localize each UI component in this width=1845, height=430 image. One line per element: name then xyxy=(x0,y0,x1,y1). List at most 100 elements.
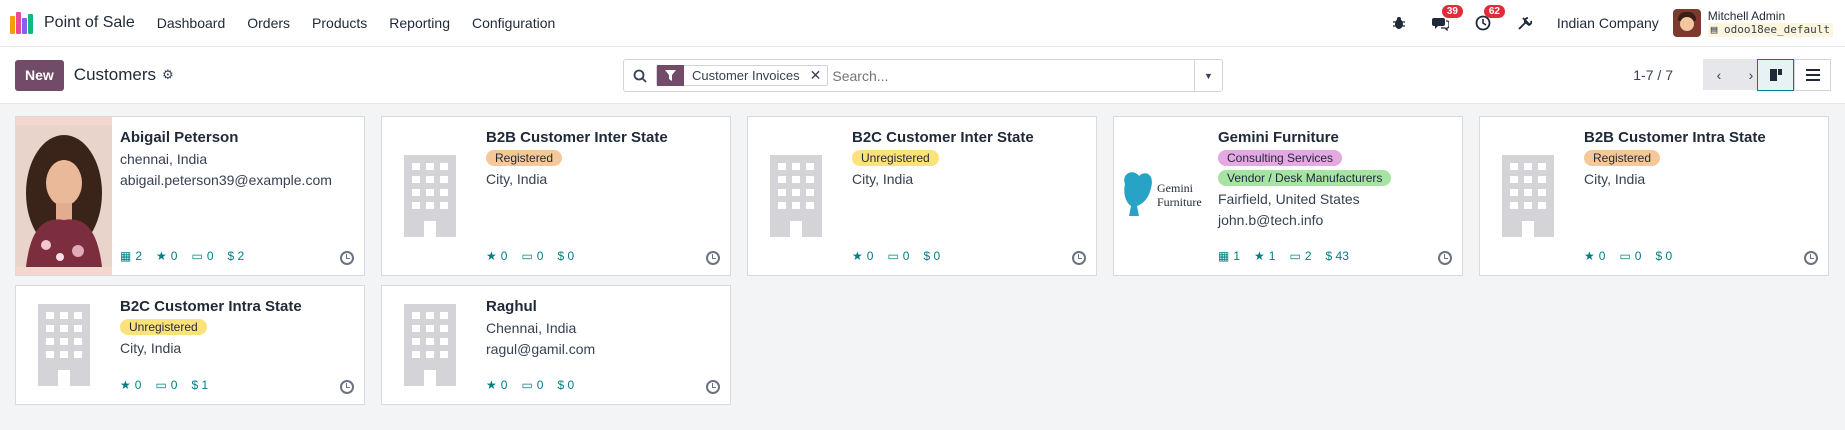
user-menu[interactable]: Mitchell Admin ▤ odoo18ee_default xyxy=(1672,9,1833,37)
gemini-furniture-logo: Gemini Furniture xyxy=(1114,117,1210,275)
card-stats: ★ 0 ▭ 0 $ 0 xyxy=(852,249,940,263)
customer-card[interactable]: B2B Customer Intra State Registered City… xyxy=(1479,116,1829,276)
customer-location: Chennai, India xyxy=(486,320,577,336)
customer-location: City, India xyxy=(852,171,914,187)
opportunities-stat[interactable]: ★ 0 xyxy=(852,249,873,263)
opportunities-stat[interactable]: ★ 1 xyxy=(1254,249,1275,263)
top-navbar: Point of Sale Dashboard Orders Products … xyxy=(0,0,1845,47)
sales-stat[interactable]: $ 0 xyxy=(557,378,574,392)
chat-icon[interactable]: 39 xyxy=(1431,5,1463,33)
invoices-stat[interactable]: ▭ 0 xyxy=(521,378,543,392)
database-name: ▤ odoo18ee_default xyxy=(1707,23,1833,37)
pager-value[interactable]: 1-7 / 7 xyxy=(1633,67,1673,83)
tools-icon[interactable] xyxy=(1515,13,1535,33)
user-name: Mitchell Admin xyxy=(1707,9,1786,23)
customer-email: john.b@tech.info xyxy=(1218,212,1324,228)
gear-icon[interactable]: ⚙ xyxy=(162,67,174,83)
activity-clock-icon[interactable] xyxy=(706,251,720,265)
control-panel: New Customers ⚙ Customer Invoices ✕ ▼ 1-… xyxy=(0,47,1845,104)
search-options-chevron-icon[interactable]: ▼ xyxy=(1194,60,1222,91)
customer-card[interactable]: Raghul Chennai, India ragul@gamil.com ★ 0… xyxy=(381,285,731,405)
invoices-stat[interactable]: ▭ 0 xyxy=(1619,249,1641,263)
customer-card[interactable]: B2B Customer Inter State Registered City… xyxy=(381,116,731,276)
sales-stat[interactable]: $ 43 xyxy=(1326,249,1349,263)
card-stats: ★ 0 ▭ 0 $ 1 xyxy=(120,378,208,392)
card-stats: ★ 0 ▭ 0 $ 0 xyxy=(1584,249,1672,263)
sales-stat[interactable]: $ 0 xyxy=(1655,249,1672,263)
svg-text:Gemini: Gemini xyxy=(1157,181,1194,195)
activity-clock-icon[interactable] xyxy=(340,380,354,394)
search-input[interactable] xyxy=(832,67,1194,84)
sales-stat[interactable]: $ 0 xyxy=(557,249,574,263)
activity-clock-icon[interactable] xyxy=(340,251,354,265)
opportunities-stat[interactable]: ★ 0 xyxy=(486,378,507,392)
database-icon: ▤ xyxy=(1710,23,1718,36)
invoices-stat[interactable]: ▭ 0 xyxy=(155,378,177,392)
menu-orders[interactable]: Orders xyxy=(247,15,290,31)
company-placeholder-icon xyxy=(382,117,478,275)
menu-configuration[interactable]: Configuration xyxy=(472,15,555,31)
star-icon: ★ xyxy=(120,378,131,392)
credit-card-icon: ▭ xyxy=(155,378,167,392)
activity-clock-icon[interactable] xyxy=(706,380,720,394)
menu-reporting[interactable]: Reporting xyxy=(389,15,450,31)
star-icon: ★ xyxy=(486,249,497,263)
star-icon: ★ xyxy=(156,249,167,263)
list-view-button[interactable] xyxy=(1794,59,1831,91)
customer-card[interactable]: Gemini Furniture Gemini Furniture Consul… xyxy=(1113,116,1463,276)
invoices-stat[interactable]: ▭ 0 xyxy=(521,249,543,263)
sales-stat[interactable]: $ 1 xyxy=(191,378,208,392)
search-icon[interactable] xyxy=(624,69,656,83)
pos-app-icon[interactable] xyxy=(10,12,34,34)
star-icon: ★ xyxy=(1584,249,1595,263)
search-bar: Customer Invoices ✕ ▼ xyxy=(623,59,1223,92)
customer-name: B2C Customer Inter State xyxy=(852,129,1034,146)
list-icon xyxy=(1805,69,1820,81)
meetings-stat[interactable]: ▦ 1 xyxy=(1218,249,1240,263)
invoices-stat[interactable]: ▭ 0 xyxy=(887,249,909,263)
menu-products[interactable]: Products xyxy=(312,15,367,31)
customer-card[interactable]: B2C Customer Intra State Unregistered Ci… xyxy=(15,285,365,405)
company-switcher[interactable]: Indian Company xyxy=(1557,15,1659,31)
customer-location: chennai, India xyxy=(120,151,208,167)
credit-card-icon: ▭ xyxy=(191,249,203,263)
activity-clock-icon[interactable]: 62 xyxy=(1473,5,1505,33)
tag-registered: Registered xyxy=(1584,150,1661,166)
search-facet: Customer Invoices ✕ xyxy=(656,65,829,86)
invoices-stat[interactable]: ▭ 0 xyxy=(191,249,213,263)
tag-registered: Registered xyxy=(486,150,563,166)
customer-name: B2C Customer Intra State xyxy=(120,298,302,315)
activity-count-badge: 62 xyxy=(1483,5,1505,18)
remove-facet-icon[interactable]: ✕ xyxy=(808,67,828,84)
pager-previous-button[interactable]: ‹ xyxy=(1703,59,1735,90)
customer-email: ragul@gamil.com xyxy=(486,341,596,357)
customer-name: B2B Customer Intra State xyxy=(1584,129,1766,146)
app-name[interactable]: Point of Sale xyxy=(44,14,135,32)
sales-stat[interactable]: $ 0 xyxy=(923,249,940,263)
opportunities-stat[interactable]: ★ 0 xyxy=(486,249,507,263)
new-button[interactable]: New xyxy=(15,59,64,91)
card-stats: ▦ 2 ★ 0 ▭ 0 $ 2 xyxy=(120,249,244,263)
meetings-stat[interactable]: ▦ 2 xyxy=(120,249,142,263)
credit-card-icon: ▭ xyxy=(521,249,533,263)
debug-bug-icon[interactable] xyxy=(1389,13,1409,33)
activity-clock-icon[interactable] xyxy=(1438,251,1452,265)
customer-card[interactable]: Abigail Peterson chennai, India abigail.… xyxy=(15,116,365,276)
customer-location: City, India xyxy=(120,340,182,356)
tag-unregistered: Unregistered xyxy=(120,319,207,335)
menu-dashboard[interactable]: Dashboard xyxy=(157,15,226,31)
invoices-stat[interactable]: ▭ 2 xyxy=(1289,249,1311,263)
filter-icon xyxy=(657,65,684,86)
sales-stat[interactable]: $ 2 xyxy=(228,249,245,263)
opportunities-stat[interactable]: ★ 0 xyxy=(1584,249,1605,263)
opportunities-stat[interactable]: ★ 0 xyxy=(156,249,177,263)
kanban-view-button[interactable] xyxy=(1757,59,1794,91)
activity-clock-icon[interactable] xyxy=(1072,251,1086,265)
customer-email: abigail.peterson39@example.com xyxy=(120,172,332,188)
opportunities-stat[interactable]: ★ 0 xyxy=(120,378,141,392)
star-icon: ★ xyxy=(1254,249,1265,263)
customer-location: Fairfield, United States xyxy=(1218,191,1360,207)
activity-clock-icon[interactable] xyxy=(1804,251,1818,265)
customer-card[interactable]: B2C Customer Inter State Unregistered Ci… xyxy=(747,116,1097,276)
customer-name: Gemini Furniture xyxy=(1218,129,1339,146)
